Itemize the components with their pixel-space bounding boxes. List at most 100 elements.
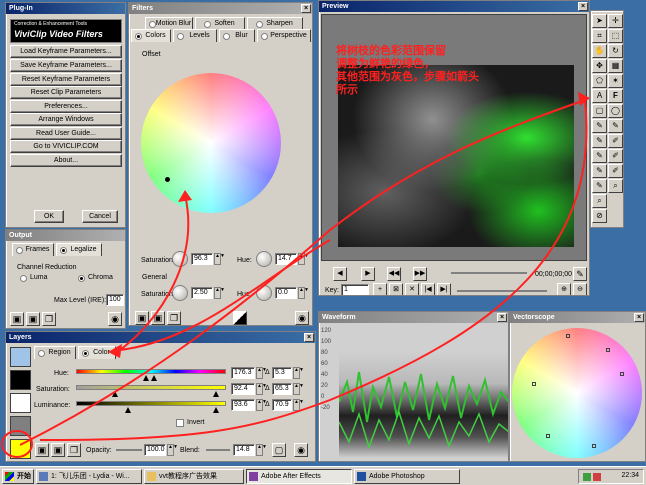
invert-checkbox[interactable]	[176, 419, 184, 427]
close-icon[interactable]: ×	[634, 313, 644, 322]
close-icon[interactable]: ×	[497, 313, 507, 322]
fill-icon[interactable]: ✐	[608, 149, 623, 163]
general-saturation-field[interactable]: 2.50	[191, 287, 213, 299]
pencil-icon[interactable]: ✎	[592, 164, 607, 178]
zoom-in-icon[interactable]: ⊕	[557, 283, 571, 295]
timeline-scrubber[interactable]	[451, 272, 527, 274]
blend-slider[interactable]	[206, 449, 230, 451]
luminance-range-thumb[interactable]	[125, 407, 131, 413]
arrow-icon[interactable]: ➤	[592, 14, 607, 28]
fast-forward-icon[interactable]: ▶▶	[413, 267, 427, 281]
tray-icon[interactable]	[583, 473, 591, 481]
rotate-icon[interactable]: ↻	[608, 44, 623, 58]
hand-icon[interactable]: ✋	[592, 44, 607, 58]
zoom-icon[interactable]: ⌕	[608, 179, 623, 193]
max-level-field[interactable]: 100	[106, 294, 124, 306]
eyedropper-minus-icon[interactable]: ✎	[592, 134, 607, 148]
saturation-range-track[interactable]	[76, 385, 226, 390]
layer-hue-field[interactable]: 176.3	[231, 367, 255, 379]
opacity-spinner[interactable]: ▲▼	[167, 444, 178, 456]
layer-options-icon[interactable]: ▢	[272, 443, 286, 457]
load-preset-icon[interactable]: ▣	[135, 311, 149, 325]
general-saturation-knob[interactable]	[172, 285, 188, 301]
luminance-range-track[interactable]	[76, 401, 226, 406]
saturation-range-thumb[interactable]	[213, 391, 219, 397]
tab-colors[interactable]: Colors	[131, 29, 171, 42]
move-icon[interactable]: ✥	[592, 59, 607, 73]
crosshair-icon[interactable]: ✛	[608, 14, 623, 28]
zoom-out-icon[interactable]: ⊖	[573, 283, 587, 295]
hue-range-track[interactable]	[76, 369, 226, 374]
plugin-titlebar[interactable]: Plug-In	[6, 3, 125, 14]
hue-range-thumb[interactable]	[151, 375, 157, 381]
reset-clip-button[interactable]: Reset Clip Parameters	[10, 86, 122, 99]
blend-field[interactable]: 14.8	[233, 444, 255, 456]
key-select[interactable]: 1	[341, 284, 369, 295]
rectangle-icon[interactable]: ▢	[592, 104, 607, 118]
magnify-icon[interactable]: ⌕	[592, 194, 607, 208]
layer-luminance-spinner[interactable]: ▲▼	[256, 399, 267, 411]
save-preset-icon[interactable]: ▣	[26, 312, 40, 326]
general-hue-spinner[interactable]: ▲▼	[298, 287, 309, 299]
chroma-radio[interactable]	[78, 275, 85, 282]
blend-spinner[interactable]: ▲▼	[256, 444, 267, 456]
tray-icon[interactable]	[593, 473, 601, 481]
vectorscope-titlebar[interactable]: Vectorscope ×	[510, 312, 645, 323]
pen-icon[interactable]: ✎	[573, 267, 587, 281]
saturation-knob[interactable]	[172, 251, 188, 267]
star-icon[interactable]: ✶	[608, 74, 623, 88]
tab-color[interactable]: Color	[78, 346, 116, 359]
saturation-spinner[interactable]: ▲▼	[214, 253, 225, 265]
next-key-icon[interactable]: ▶|	[437, 283, 451, 295]
layer-swatch-blue[interactable]	[10, 347, 31, 367]
load-preset-icon[interactable]: ▣	[35, 443, 49, 457]
cancel-button[interactable]: Cancel	[82, 210, 118, 223]
general-hue-knob[interactable]	[256, 285, 272, 301]
smudge-icon[interactable]: ✐	[608, 164, 623, 178]
eyedropper-icon[interactable]: ✎	[592, 119, 607, 133]
tab-legalize[interactable]: Legalize	[56, 243, 102, 256]
close-icon[interactable]: ×	[578, 2, 588, 11]
layer-swatch-black[interactable]	[10, 370, 31, 390]
layer-luminance-delta-spinner[interactable]: ▲▼	[293, 399, 304, 411]
prev-key-icon[interactable]: |◀	[421, 283, 435, 295]
go-to-viviclip-button[interactable]: Go to VIVICLIP.COM	[10, 140, 122, 153]
opacity-field[interactable]: 100.0	[144, 444, 166, 456]
load-keyframe-button[interactable]: Load Keyframe Parameters...	[10, 45, 122, 58]
preferences-button[interactable]: Preferences...	[10, 100, 122, 113]
text-box-icon[interactable]: F	[608, 89, 623, 103]
contrast-icon[interactable]	[233, 311, 247, 325]
layer-saturation-field[interactable]: 92.4	[231, 383, 255, 395]
hue-spinner[interactable]: ▲▼	[298, 253, 309, 265]
luma-radio[interactable]	[20, 275, 27, 282]
layer-swatch-white[interactable]	[10, 393, 31, 413]
remove-key-icon[interactable]: ⊠	[389, 283, 403, 295]
layer-swatch-yellow[interactable]	[10, 439, 31, 459]
close-icon[interactable]: ×	[301, 4, 311, 13]
tab-frames[interactable]: Frames	[12, 243, 54, 256]
select-icon[interactable]: ⬚	[608, 29, 623, 43]
read-user-guide-button[interactable]: Read User Guide...	[10, 127, 122, 140]
layer-luminance-delta-field[interactable]: 70.9	[272, 399, 292, 411]
ellipse-icon[interactable]: ◯	[608, 104, 623, 118]
layer-luminance-field[interactable]: 93.6	[231, 399, 255, 411]
keyframe-track[interactable]	[457, 290, 547, 292]
copy-icon[interactable]: ❐	[67, 443, 81, 457]
load-preset-icon[interactable]: ▣	[10, 312, 24, 326]
play-backward-icon[interactable]: ◀	[333, 267, 347, 281]
tab-perspective[interactable]: Perspective	[257, 29, 311, 42]
eye-icon[interactable]: ◉	[294, 443, 308, 457]
luminance-range-thumb[interactable]	[213, 407, 219, 413]
reset-icon[interactable]: ⊘	[592, 209, 607, 223]
copy-icon[interactable]: ❐	[42, 312, 56, 326]
save-preset-icon[interactable]: ▣	[151, 311, 165, 325]
layer-hue-spinner[interactable]: ▲▼	[256, 367, 267, 379]
hue-field[interactable]: 14.7	[275, 253, 297, 265]
eye-icon[interactable]: ◉	[295, 311, 309, 325]
close-icon[interactable]: ×	[304, 333, 314, 342]
general-hue-field[interactable]: 0.0	[275, 287, 297, 299]
eyedropper-plus-icon[interactable]: ✎	[608, 119, 623, 133]
layer-saturation-delta-field[interactable]: 65.3	[272, 383, 292, 395]
tab-levels[interactable]: Levels	[173, 29, 217, 42]
eraser-icon[interactable]: ✎	[592, 149, 607, 163]
